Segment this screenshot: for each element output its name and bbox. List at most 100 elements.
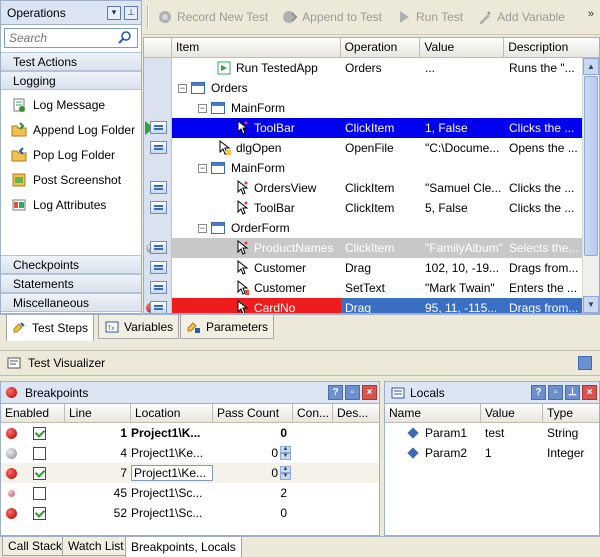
col-type[interactable]: Type [543,404,599,422]
table-row[interactable]: Customer Drag 102, 10, -19... Drags from… [144,258,599,278]
scroll-down-icon[interactable]: ▼ [583,296,599,313]
close-icon[interactable]: × [582,385,597,400]
table-row[interactable]: − MainForm [144,98,599,118]
table-row[interactable]: − OrderForm [144,218,599,238]
row-gutter[interactable] [144,278,172,298]
col-name[interactable]: Name [385,404,481,422]
spin-up-icon[interactable]: ▲ [280,466,291,473]
collapse-icon[interactable]: − [178,83,187,93]
ops-item-append-log-folder[interactable]: Append Log Folder [1,117,141,142]
table-row[interactable]: OrdersView ClickItem "Samuel Cle... Clic… [144,178,599,198]
help-icon[interactable]: ? [328,385,343,400]
enabled-checkbox[interactable] [33,426,46,440]
collapse-icon[interactable]: − [198,103,207,113]
tab-test-steps[interactable]: Test Steps [6,315,95,341]
scroll-up-icon[interactable]: ▲ [583,58,599,75]
ops-group-logging[interactable]: Logging [1,71,141,90]
pin-icon[interactable]: ⊥ [124,5,138,20]
row-gutter[interactable] [144,78,172,98]
window-icon[interactable]: ▫ [345,385,360,400]
grid-scrollbar[interactable]: ▲ ▼ [582,58,599,313]
spin-down-icon[interactable]: ▼ [280,453,291,460]
tab-watch-list[interactable]: Watch List [62,537,130,556]
row-gutter[interactable] [144,238,172,258]
minimize-icon[interactable] [578,356,592,370]
ops-item-log-attributes[interactable]: Log Attributes [1,192,141,217]
grid-header-item[interactable]: Item [172,38,341,57]
col-description[interactable]: Des... [333,404,379,422]
local-row[interactable]: Param1 test String [385,423,599,443]
enabled-checkbox[interactable] [33,486,46,500]
operations-search-input[interactable] [9,31,117,45]
row-gutter[interactable] [144,298,172,313]
ops-item-post-screenshot[interactable]: Post Screenshot [1,167,141,192]
tab-breakpoints-locals[interactable]: Breakpoints, Locals [125,537,242,557]
table-row-breakpoint[interactable]: CardNo Drag 95, 11, -115... Drags from..… [144,298,599,313]
add-variable-button[interactable]: Add Variable [475,3,567,31]
test-visualizer-bar[interactable]: Test Visualizer [0,350,600,376]
local-row[interactable]: Param2 1 Integer [385,443,599,463]
table-row[interactable]: − Orders [144,78,599,98]
table-row-selected[interactable]: ToolBar ClickItem 1, False Clicks the ..… [144,118,599,138]
ops-group-test-actions[interactable]: Test Actions [1,52,141,71]
help-icon[interactable]: ? [531,385,546,400]
tab-variables[interactable]: Tx Variables [98,315,180,339]
row-gutter[interactable] [144,258,172,278]
ops-item-pop-log-folder[interactable]: Pop Log Folder [1,142,141,167]
toolbar-overflow-icon[interactable]: » [588,8,594,20]
row-gutter[interactable] [144,158,172,178]
dropdown-icon[interactable]: ▾ [107,5,121,20]
record-new-test-button[interactable]: Record New Test [155,3,270,31]
append-to-test-button[interactable]: Append to Test [280,3,384,31]
breakpoint-row[interactable]: 1 Project1\K... 0 [1,423,379,443]
collapse-icon[interactable]: − [198,163,207,173]
grid-header-operation[interactable]: Operation [341,38,421,57]
operations-search-box[interactable] [4,28,138,48]
col-location[interactable]: Location [131,404,213,422]
tab-call-stack[interactable]: Call Stack [2,537,69,556]
col-pass-count[interactable]: Pass Count [213,404,293,422]
grid-header-description[interactable]: Description [504,38,599,57]
col-value[interactable]: Value [481,404,543,422]
col-line[interactable]: Line [65,404,131,422]
run-test-button[interactable]: Run Test [394,3,465,31]
pass-count-spinner[interactable]: ▲ ▼ [280,446,291,461]
bp-location-editor[interactable]: Project1\Ke... [131,465,213,481]
col-condition[interactable]: Con... [293,404,333,422]
row-gutter[interactable] [144,58,172,78]
spin-down-icon[interactable]: ▼ [280,473,291,480]
tab-parameters[interactable]: Parameters [180,315,275,339]
window-icon[interactable]: ▫ [548,385,563,400]
col-enabled[interactable]: Enabled [1,404,65,422]
row-gutter[interactable] [144,98,172,118]
table-row[interactable]: − MainForm [144,158,599,178]
ops-item-log-message[interactable]: Log Message [1,92,141,117]
breakpoint-row-selected[interactable]: 7 Project1\Ke... 0 ▲ ▼ [1,463,379,483]
row-gutter[interactable] [144,198,172,218]
breakpoint-row[interactable]: 4 Project1\Ke... 0 ▲ ▼ [1,443,379,463]
grid-header-value[interactable]: Value [420,38,505,57]
row-gutter[interactable] [144,178,172,198]
search-icon[interactable] [117,30,133,46]
breakpoint-row[interactable]: 45 Project1\Sc... 2 [1,483,379,503]
table-row[interactable]: dlgOpen OpenFile "C:\Docume... Opens the… [144,138,599,158]
pin-icon[interactable]: ⊥ [565,385,580,400]
ops-group-statements[interactable]: Statements [1,274,141,293]
table-row[interactable]: ToolBar ClickItem 5, False Clicks the ..… [144,198,599,218]
spin-up-icon[interactable]: ▲ [280,446,291,453]
enabled-checkbox[interactable] [33,506,46,520]
ops-group-miscellaneous[interactable]: Miscellaneous [1,293,141,312]
breakpoint-row[interactable]: 52 Project1\Sc... 0 [1,503,379,523]
row-gutter[interactable] [144,118,172,138]
collapse-icon[interactable]: − [198,223,207,233]
enabled-checkbox[interactable] [33,446,46,460]
scrollbar-thumb[interactable] [584,76,598,256]
enabled-checkbox[interactable] [33,466,46,480]
close-icon[interactable]: × [362,385,377,400]
row-gutter[interactable] [144,138,172,158]
table-row[interactable]: Customer SetText "Mark Twain" Enters the… [144,278,599,298]
row-gutter[interactable] [144,218,172,238]
ops-group-checkpoints[interactable]: Checkpoints [1,255,141,274]
table-row[interactable]: Run TestedApp Orders ... Runs the "... [144,58,599,78]
table-row-disabled[interactable]: ProductNames ClickItem "FamilyAlbum" Sel… [144,238,599,258]
